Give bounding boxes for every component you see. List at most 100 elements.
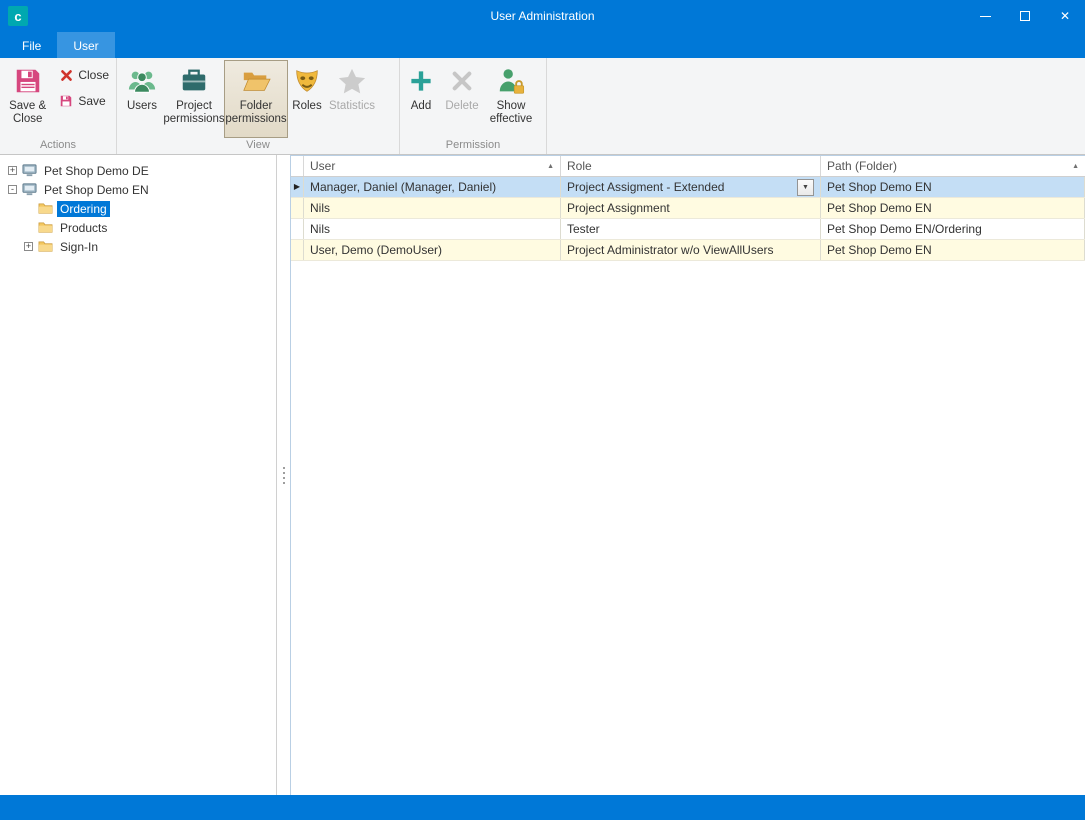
folder-icon [37, 239, 53, 255]
maximize-button[interactable] [1005, 0, 1045, 32]
folder-permissions-button[interactable]: Folder permissions [224, 60, 288, 138]
ribbon-group-view: Users Project permissions Folder permiss… [117, 58, 400, 154]
show-effective-button[interactable]: Show effective [485, 60, 537, 138]
open-folder-icon [240, 65, 272, 97]
close-button[interactable]: Close [54, 65, 113, 85]
users-icon [126, 65, 158, 97]
project-permissions-button[interactable]: Project permissions [164, 60, 224, 138]
role-cell[interactable]: Project Assigment - Extended ▼ [561, 177, 821, 197]
role-cell-text: Project Assigment - Extended [567, 180, 724, 194]
plus-icon [405, 65, 437, 97]
user-cell[interactable]: User, Demo (DemoUser) [304, 240, 561, 260]
column-header-path[interactable]: Path (Folder) ▲ [821, 156, 1085, 176]
role-cell[interactable]: Tester [561, 219, 821, 239]
folder-icon [37, 201, 53, 217]
close-icon: ✕ [1060, 9, 1070, 23]
group-caption-view: View [117, 138, 399, 154]
tab-file[interactable]: File [6, 32, 57, 58]
ribbon-tabbar: File User [0, 32, 1085, 58]
expand-icon[interactable]: + [8, 166, 17, 175]
grid-header: User ▲ Role Path (Folder) ▲ [291, 156, 1085, 177]
window-controls: ✕ [965, 0, 1085, 32]
status-bar [0, 795, 1085, 820]
grid-row-user-demo[interactable]: User, Demo (DemoUser) Project Administra… [291, 240, 1085, 261]
row-indicator-cell [291, 240, 304, 260]
users-label: Users [127, 100, 157, 113]
close-window-button[interactable]: ✕ [1045, 0, 1085, 32]
save-and-close-button[interactable]: Save & Close [3, 60, 52, 138]
tree-item-sign-in[interactable]: + Sign-In [0, 237, 276, 256]
path-cell[interactable]: Pet Shop Demo EN [821, 177, 1085, 197]
tree-item-ordering[interactable]: Ordering [0, 199, 276, 218]
role-cell[interactable]: Project Administrator w/o ViewAllUsers [561, 240, 821, 260]
path-cell[interactable]: Pet Shop Demo EN/Ordering [821, 219, 1085, 239]
path-cell[interactable]: Pet Shop Demo EN [821, 198, 1085, 218]
save-icon [58, 93, 74, 109]
sort-ascending-icon: ▲ [1068, 163, 1079, 170]
grid-row-manager-daniel[interactable]: ▶ Manager, Daniel (Manager, Daniel) Proj… [291, 177, 1085, 198]
delete-label: Delete [445, 100, 478, 113]
close-red-icon [58, 67, 74, 83]
row-indicator-header [291, 156, 304, 176]
minimize-button[interactable] [965, 0, 1005, 32]
column-header-user[interactable]: User ▲ [304, 156, 561, 176]
user-cell[interactable]: Manager, Daniel (Manager, Daniel) [304, 177, 561, 197]
ribbon-group-permission: Add Delete Show effective Permission [400, 58, 547, 154]
mask-icon [291, 65, 323, 97]
user-cell[interactable]: Nils [304, 198, 561, 218]
save-button[interactable]: Save [54, 91, 113, 111]
permissions-grid: User ▲ Role Path (Folder) ▲ ▶ Manager, D… [290, 155, 1085, 795]
project-icon [21, 182, 37, 198]
briefcase-icon [178, 65, 210, 97]
tab-user[interactable]: User [57, 32, 114, 58]
star-icon [336, 65, 368, 97]
app-icon: c [8, 6, 28, 26]
tree-item-pet-shop-demo-en[interactable]: - Pet Shop Demo EN [0, 180, 276, 199]
row-indicator-cell [291, 219, 304, 239]
window-title: User Administration [0, 9, 1085, 23]
path-cell[interactable]: Pet Shop Demo EN [821, 240, 1085, 260]
grid-empty-area [291, 261, 1085, 795]
role-cell[interactable]: Project Assignment [561, 198, 821, 218]
row-indicator-cell [291, 198, 304, 218]
user-cell[interactable]: Nils [304, 219, 561, 239]
show-effective-label: Show effective [487, 100, 535, 126]
users-button[interactable]: Users [120, 60, 164, 138]
app-window: c User Administration ✕ File User Save &… [0, 0, 1085, 820]
project-icon [21, 163, 37, 179]
tree-item-label: Pet Shop Demo DE [41, 163, 152, 179]
grid-row-nils-assignment[interactable]: Nils Project Assignment Pet Shop Demo EN [291, 198, 1085, 219]
tree-item-label: Ordering [57, 201, 110, 217]
group-caption-permission: Permission [400, 138, 546, 154]
tree-item-pet-shop-demo-de[interactable]: + Pet Shop Demo DE [0, 161, 276, 180]
tree-item-label: Products [57, 220, 110, 236]
folder-icon [37, 220, 53, 236]
delete-button: Delete [439, 60, 485, 138]
column-header-role[interactable]: Role [561, 156, 821, 176]
statistics-button: Statistics [326, 60, 378, 138]
grid-row-nils-tester[interactable]: Nils Tester Pet Shop Demo EN/Ordering [291, 219, 1085, 240]
minimize-icon [980, 16, 991, 17]
column-header-path-label: Path (Folder) [827, 159, 897, 173]
roles-label: Roles [292, 100, 321, 113]
role-dropdown-button[interactable]: ▼ [797, 179, 814, 196]
tree-item-products[interactable]: Products [0, 218, 276, 237]
ribbon-filler [547, 58, 1085, 154]
collapse-icon[interactable]: - [8, 185, 17, 194]
column-header-role-label: Role [567, 159, 592, 173]
maximize-icon [1020, 11, 1030, 21]
save-close-icon [12, 65, 44, 97]
column-header-user-label: User [310, 159, 335, 173]
statistics-label: Statistics [329, 100, 375, 113]
ribbon-group-actions: Save & Close Close Save [0, 58, 117, 154]
folder-tree: + Pet Shop Demo DE - Pet Shop Demo EN Or… [0, 155, 277, 795]
sort-ascending-icon: ▲ [543, 163, 554, 170]
dropdown-arrow-icon: ▼ [802, 184, 809, 191]
person-lock-icon [495, 65, 527, 97]
add-button[interactable]: Add [403, 60, 439, 138]
splitter[interactable] [277, 155, 290, 795]
expand-icon[interactable]: + [24, 242, 33, 251]
folder-permissions-label: Folder permissions [225, 100, 286, 126]
tree-item-label: Sign-In [57, 239, 101, 255]
roles-button[interactable]: Roles [288, 60, 326, 138]
